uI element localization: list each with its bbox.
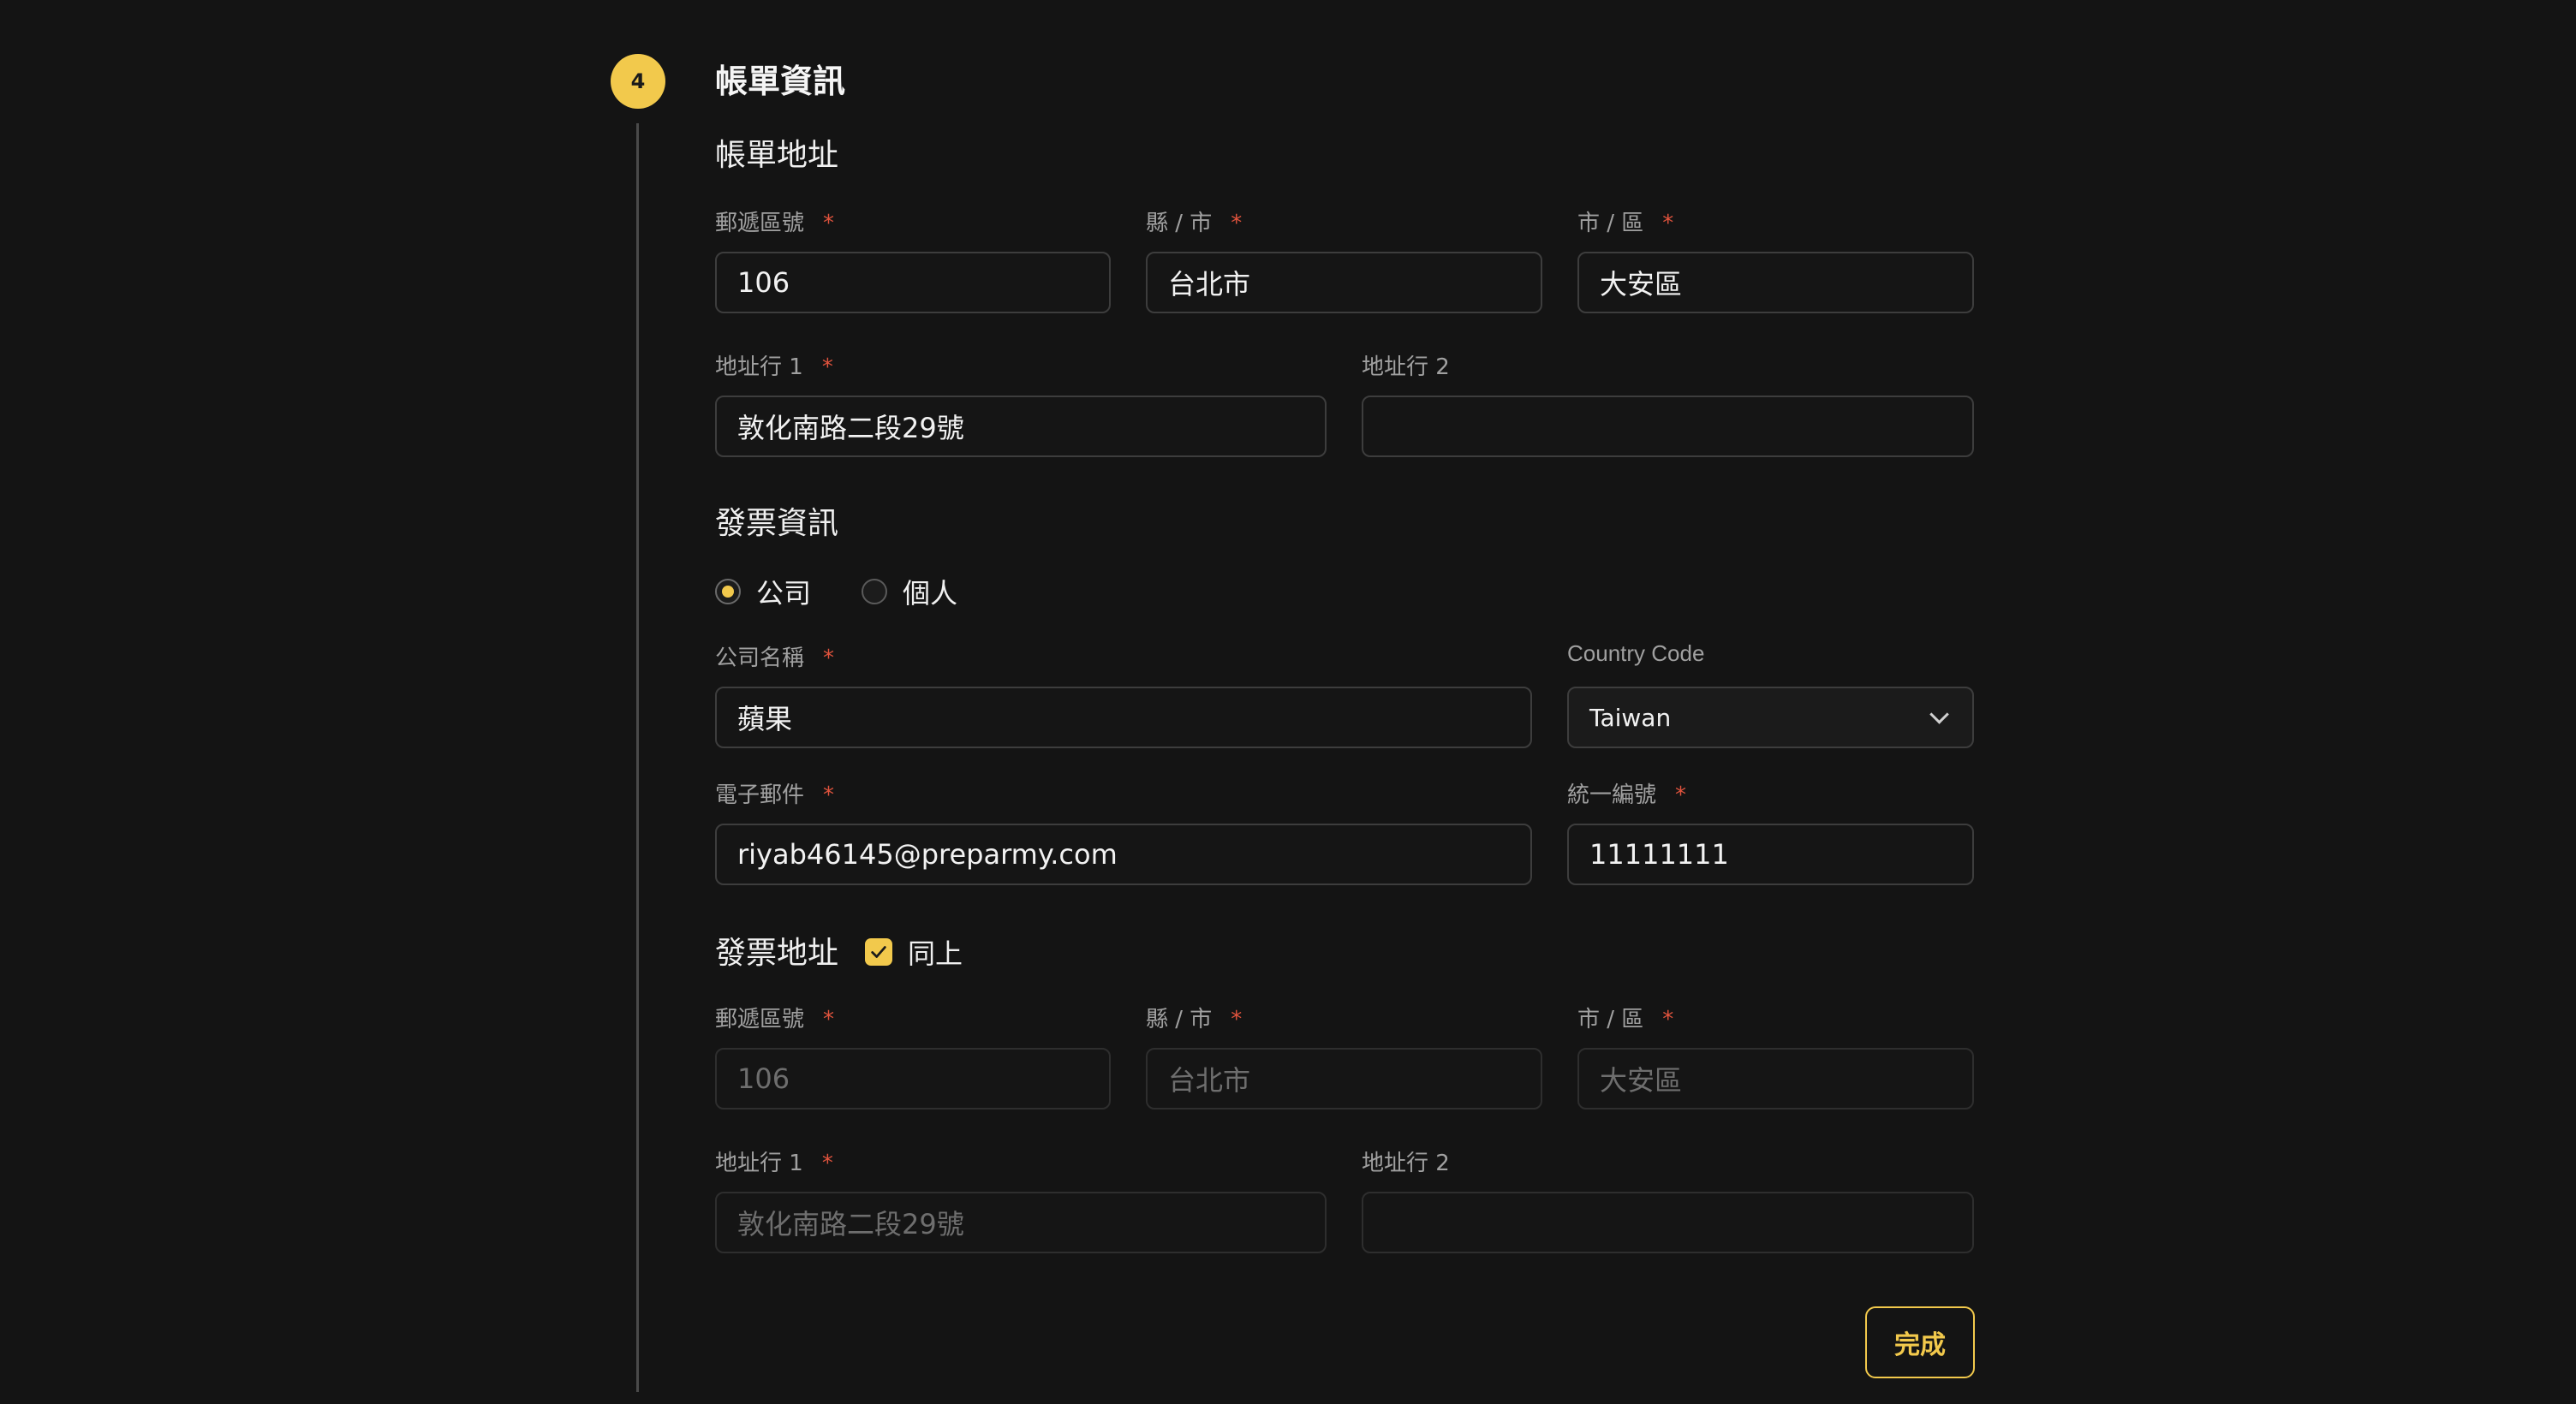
invoice-district-label: 市 / 區 * (1577, 1007, 1674, 1032)
company-name-label: 公司名稱 * (715, 645, 835, 671)
same-as-above-toggle[interactable]: 同上 (865, 932, 963, 972)
radio-personal[interactable]: 個人 (862, 572, 957, 611)
invoice-address2-label: 地址行 2 (1362, 1151, 1450, 1176)
done-button[interactable]: 完成 (1865, 1306, 1975, 1378)
billing-address1-label: 地址行 1 * (715, 354, 833, 380)
billing-postal-input[interactable]: 106 (715, 252, 1111, 313)
tax-id-input[interactable]: 11111111 (1567, 824, 1974, 885)
invoice-address1-label: 地址行 1 * (715, 1151, 833, 1176)
company-name-input[interactable]: 蘋果 (715, 687, 1532, 748)
chevron-down-icon (1929, 705, 1949, 724)
billing-district-label: 市 / 區 * (1577, 211, 1674, 236)
radio-company-indicator[interactable] (715, 579, 741, 604)
billing-district-input[interactable]: 大安區 (1577, 252, 1974, 313)
email-input[interactable]: riyab46145@preparmy.com (715, 824, 1532, 885)
billing-postal-label: 郵遞區號 * (715, 211, 835, 236)
same-as-above-label: 同上 (908, 937, 963, 970)
country-code-value: Taiwan (1589, 703, 1672, 732)
check-icon (871, 946, 886, 958)
step-number-badge: 4 (611, 54, 665, 109)
country-code-label: Country Code (1567, 640, 1705, 666)
billing-address1-input[interactable]: 敦化南路二段29號 (715, 396, 1327, 457)
billing-county-input[interactable]: 台北市 (1146, 252, 1542, 313)
tax-id-label: 統一編號 * (1567, 782, 1687, 808)
billing-county-label: 縣 / 市 * (1146, 211, 1243, 236)
billing-address2-input[interactable] (1362, 396, 1974, 457)
invoice-postal-input[interactable]: 106 (715, 1048, 1111, 1110)
invoice-address2-input[interactable] (1362, 1192, 1974, 1253)
radio-company[interactable]: 公司 (715, 572, 811, 611)
same-as-above-checkbox[interactable] (865, 938, 892, 966)
invoice-county-label: 縣 / 市 * (1146, 1007, 1243, 1032)
invoice-address1-input[interactable]: 敦化南路二段29號 (715, 1192, 1327, 1253)
billing-address2-label: 地址行 2 (1362, 354, 1450, 380)
billing-address-title: 帳單地址 (715, 138, 839, 173)
invoice-info-title: 發票資訊 (715, 506, 839, 541)
email-label: 電子郵件 * (715, 782, 835, 808)
country-code-select[interactable]: Taiwan (1567, 687, 1974, 748)
invoice-county-input[interactable]: 台北市 (1146, 1048, 1542, 1110)
invoice-address-title: 發票地址 (715, 936, 839, 971)
invoice-district-input[interactable]: 大安區 (1577, 1048, 1974, 1110)
radio-personal-indicator[interactable] (862, 579, 887, 604)
invoice-postal-label: 郵遞區號 * (715, 1007, 835, 1032)
section-title: 帳單資訊 (715, 62, 846, 100)
step-connector-line (636, 123, 639, 1392)
radio-personal-label: 個人 (903, 577, 958, 610)
radio-company-label: 公司 (756, 577, 812, 610)
